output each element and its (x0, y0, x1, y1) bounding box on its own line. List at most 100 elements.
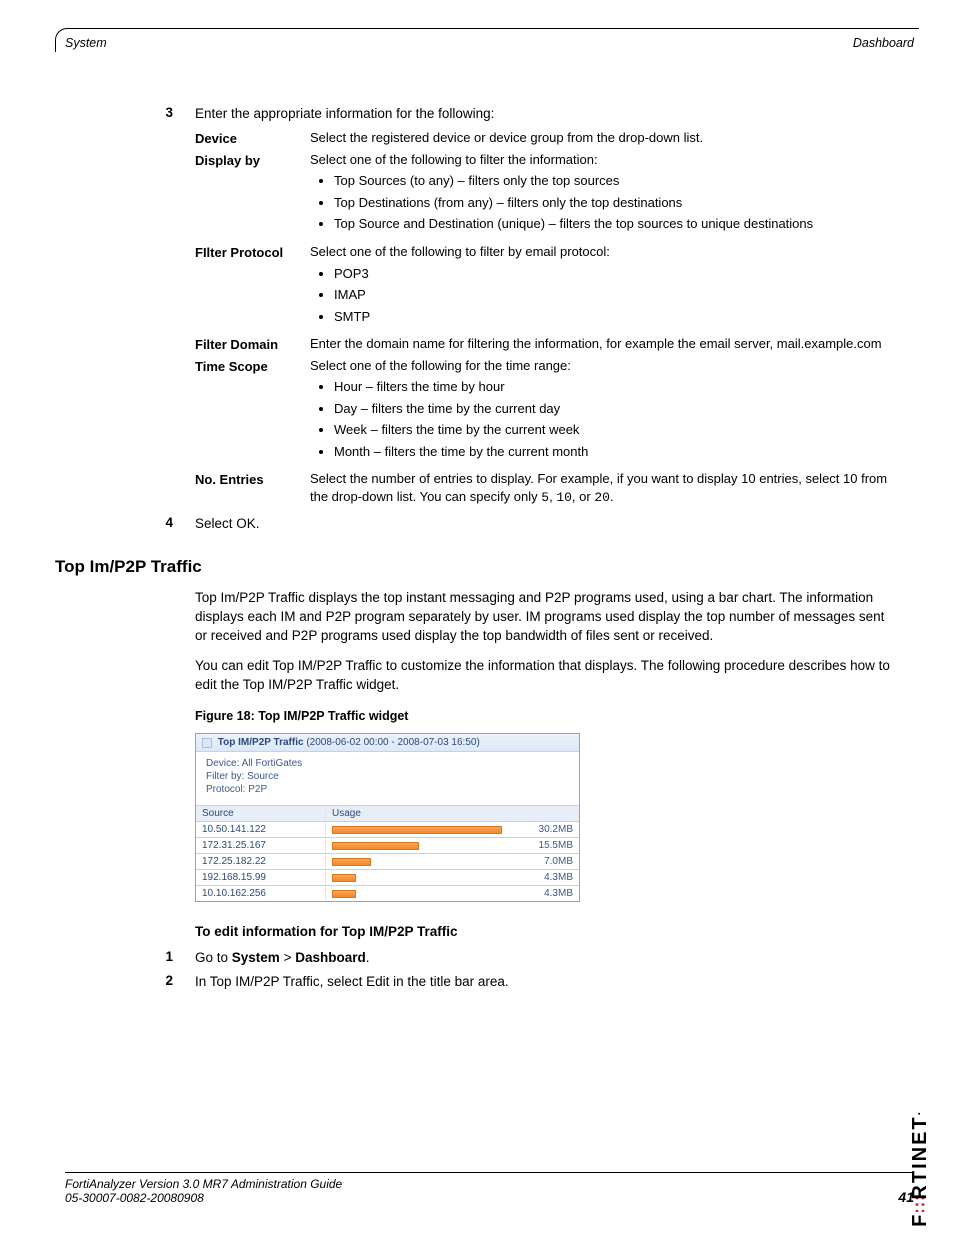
footer-line-1: FortiAnalyzer Version 3.0 MR7 Administra… (65, 1177, 914, 1191)
proc-step-1: 1 Go to System > Dashboard. (155, 949, 899, 967)
table-row: 10.10.162.256 4.3MB (196, 885, 579, 901)
cell-usage: 4.3MB (326, 870, 579, 885)
meta-line: Device: All FortiGates (206, 758, 569, 769)
step-number: 2 (155, 973, 195, 991)
col-usage: Usage (326, 806, 579, 821)
table-row: 10.50.141.122 30.2MB (196, 821, 579, 837)
bullet-list: Top Sources (to any) – filters only the … (310, 172, 899, 233)
cell-usage: 15.5MB (326, 838, 579, 853)
def-intro: Select one of the following for the time… (310, 358, 571, 373)
def-no-entries: No. Entries Select the number of entries… (195, 470, 899, 506)
def-label: Device (195, 129, 310, 147)
list-item: Hour – filters the time by hour (334, 378, 899, 396)
header-right: Dashboard (853, 36, 914, 50)
def-body: Select one of the following to filter by… (310, 243, 899, 331)
meta-line: Filter by: Source (206, 771, 569, 782)
main-content: 3 Enter the appropriate information for … (155, 105, 899, 992)
breadcrumb-bold: System (232, 950, 280, 965)
meta-line: Protocol: P2P (206, 784, 569, 795)
usage-value: 7.0MB (544, 856, 573, 867)
list-item: Week – filters the time by the current w… (334, 421, 899, 439)
running-header: System Dashboard (65, 36, 914, 50)
widget-title-range: (2008-06-02 00:00 - 2008-07-03 16:50) (304, 737, 480, 748)
step-text-pre: Go to (195, 950, 232, 965)
def-intro: Select one of the following to filter th… (310, 152, 598, 167)
mono-val: 10 (556, 490, 572, 505)
def-body: Select the registered device or device g… (310, 129, 899, 147)
procedure-title: To edit information for Top IM/P2P Traff… (195, 924, 899, 939)
definition-list: Device Select the registered device or d… (195, 129, 899, 506)
bullet-list: Hour – filters the time by hour Day – fi… (310, 378, 899, 460)
list-item: Day – filters the time by the current da… (334, 400, 899, 418)
breadcrumb-sep: > (280, 950, 295, 965)
usage-bar (332, 858, 371, 866)
list-item: SMTP (334, 308, 899, 326)
list-item: POP3 (334, 265, 899, 283)
widget-title-bar: Top IM/P2P Traffic (2008-06-02 00:00 - 2… (196, 734, 579, 752)
def-body: Select one of the following for the time… (310, 357, 899, 467)
widget-meta: Device: All FortiGates Filter by: Source… (196, 752, 579, 805)
def-intro: Select one of the following to filter by… (310, 244, 610, 259)
step-number: 3 (155, 105, 195, 123)
def-body: Select one of the following to filter th… (310, 151, 899, 239)
def-body: Enter the domain name for filtering the … (310, 335, 899, 353)
proc-step-2: 2 In Top IM/P2P Traffic, select Edit in … (155, 973, 899, 991)
widget-header-row: Source Usage (196, 805, 579, 821)
def-label: Time Scope (195, 357, 310, 467)
figure-caption: Figure 18: Top IM/P2P Traffic widget (195, 709, 899, 723)
widget-body: 10.50.141.12230.2MB172.31.25.16715.5MB17… (196, 821, 579, 901)
list-item: Month – filters the time by the current … (334, 443, 899, 461)
usage-value: 4.3MB (544, 872, 573, 883)
step-4: 4 Select OK. (155, 515, 899, 533)
def-label: Display by (195, 151, 310, 239)
def-display-by: Display by Select one of the following t… (195, 151, 899, 239)
step-number: 4 (155, 515, 195, 533)
usage-bar (332, 874, 356, 882)
body-paragraph: Top Im/P2P Traffic displays the top inst… (195, 589, 899, 646)
usage-bar (332, 842, 419, 850)
def-body-post: . (610, 489, 614, 504)
page-number: 41 (898, 1189, 914, 1205)
list-item: Top Sources (to any) – filters only the … (334, 172, 899, 190)
table-row: 172.25.182.22 7.0MB (196, 853, 579, 869)
def-label: FIlter Protocol (195, 243, 310, 331)
cell-source: 192.168.15.99 (196, 870, 326, 885)
list-item: IMAP (334, 286, 899, 304)
step-number: 1 (155, 949, 195, 967)
cell-usage: 4.3MB (326, 886, 579, 901)
breadcrumb-bold: Dashboard (295, 950, 366, 965)
def-time-scope: Time Scope Select one of the following f… (195, 357, 899, 467)
step-text-post: . (366, 950, 370, 965)
def-filter-domain: Filter Domain Enter the domain name for … (195, 335, 899, 353)
cell-source: 172.25.182.22 (196, 854, 326, 869)
bullet-list: POP3 IMAP SMTP (310, 265, 899, 326)
section-heading: Top Im/P2P Traffic (55, 557, 899, 577)
usage-value: 15.5MB (539, 840, 573, 851)
header-left: System (65, 36, 107, 50)
step-text: In Top IM/P2P Traffic, select Edit in th… (195, 973, 899, 991)
step-text: Go to System > Dashboard. (195, 949, 899, 967)
step-3: 3 Enter the appropriate information for … (155, 105, 899, 123)
widget-top-im-p2p: Top IM/P2P Traffic (2008-06-02 00:00 - 2… (195, 733, 580, 902)
def-device: Device Select the registered device or d… (195, 129, 899, 147)
def-body: Select the number of entries to display.… (310, 470, 899, 506)
table-row: 192.168.15.99 4.3MB (196, 869, 579, 885)
def-filter-protocol: FIlter Protocol Select one of the follow… (195, 243, 899, 331)
fortinet-logo: F∷∷RTINET. (909, 1110, 932, 1227)
edit-icon (202, 738, 212, 748)
page-footer: FortiAnalyzer Version 3.0 MR7 Administra… (65, 1172, 914, 1205)
cell-usage: 30.2MB (326, 822, 579, 837)
usage-bar (332, 826, 502, 834)
cell-source: 172.31.25.167 (196, 838, 326, 853)
usage-bar (332, 890, 356, 898)
mono-val: 5 (541, 490, 549, 505)
logo-dots-icon: ∷∷ (917, 1200, 925, 1213)
cell-source: 10.50.141.122 (196, 822, 326, 837)
cell-usage: 7.0MB (326, 854, 579, 869)
usage-value: 30.2MB (539, 824, 573, 835)
cell-source: 10.10.162.256 (196, 886, 326, 901)
usage-value: 4.3MB (544, 888, 573, 899)
table-row: 172.31.25.167 15.5MB (196, 837, 579, 853)
list-item: Top Source and Destination (unique) – fi… (334, 215, 899, 233)
def-label: Filter Domain (195, 335, 310, 353)
